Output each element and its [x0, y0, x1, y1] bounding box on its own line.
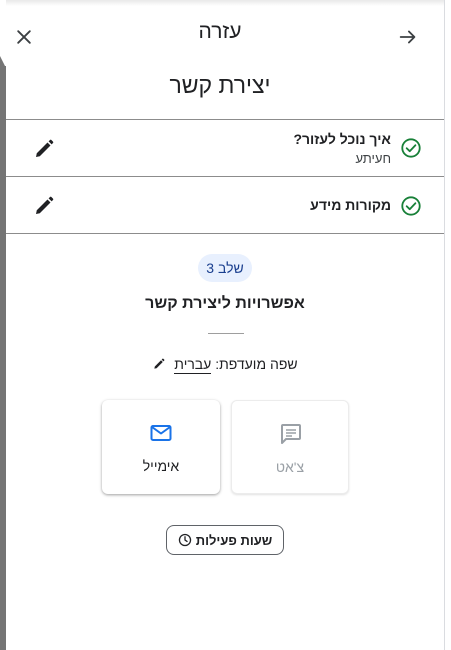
chat-icon — [281, 424, 301, 444]
check-circle-icon — [401, 196, 421, 216]
business-hours-button[interactable]: שעות פעילות — [166, 525, 284, 555]
short-divider — [208, 333, 244, 334]
close-icon — [17, 30, 31, 44]
business-hours-label: שעות פעילות — [195, 532, 273, 548]
options-title: אפשרויות ליצירת קשר — [145, 295, 305, 312]
step-value: חעיתע — [355, 151, 391, 166]
chat-option-label: צ'אט — [275, 459, 305, 475]
step-row-help[interactable]: איך נוכל לעזור? חעיתע — [6, 120, 444, 176]
preferred-language: שפה מועדפת: עברית — [120, 356, 330, 374]
check-circle-icon — [401, 138, 421, 158]
divider — [6, 233, 444, 234]
top-shadow — [6, 0, 444, 6]
arrow-forward-icon — [399, 30, 416, 44]
step-badge: שלב 3 — [198, 254, 252, 282]
language-value[interactable]: עברית — [174, 356, 212, 374]
language-label: שפה מועדפת: — [215, 356, 298, 372]
edit-pencil-icon[interactable] — [152, 357, 166, 371]
edit-pencil-icon[interactable] — [32, 137, 56, 161]
step-row-sources[interactable]: מקורות מידע — [6, 177, 444, 233]
mail-icon — [150, 425, 172, 441]
page-title: עזרה — [198, 20, 242, 43]
email-option-label: אימייל — [142, 458, 180, 474]
clock-icon — [178, 533, 191, 547]
step-title: איך נוכל לעזור? — [293, 131, 391, 147]
email-option-card[interactable]: אימייל — [102, 400, 220, 494]
step-title: מקורות מידע — [310, 197, 391, 213]
close-button[interactable] — [8, 21, 40, 53]
section-title: יצירת קשר — [169, 72, 271, 98]
panel-border — [444, 0, 445, 650]
edit-pencil-icon[interactable] — [32, 194, 56, 218]
chat-option-card[interactable]: צ'אט — [231, 400, 349, 494]
forward-button[interactable] — [392, 21, 424, 53]
